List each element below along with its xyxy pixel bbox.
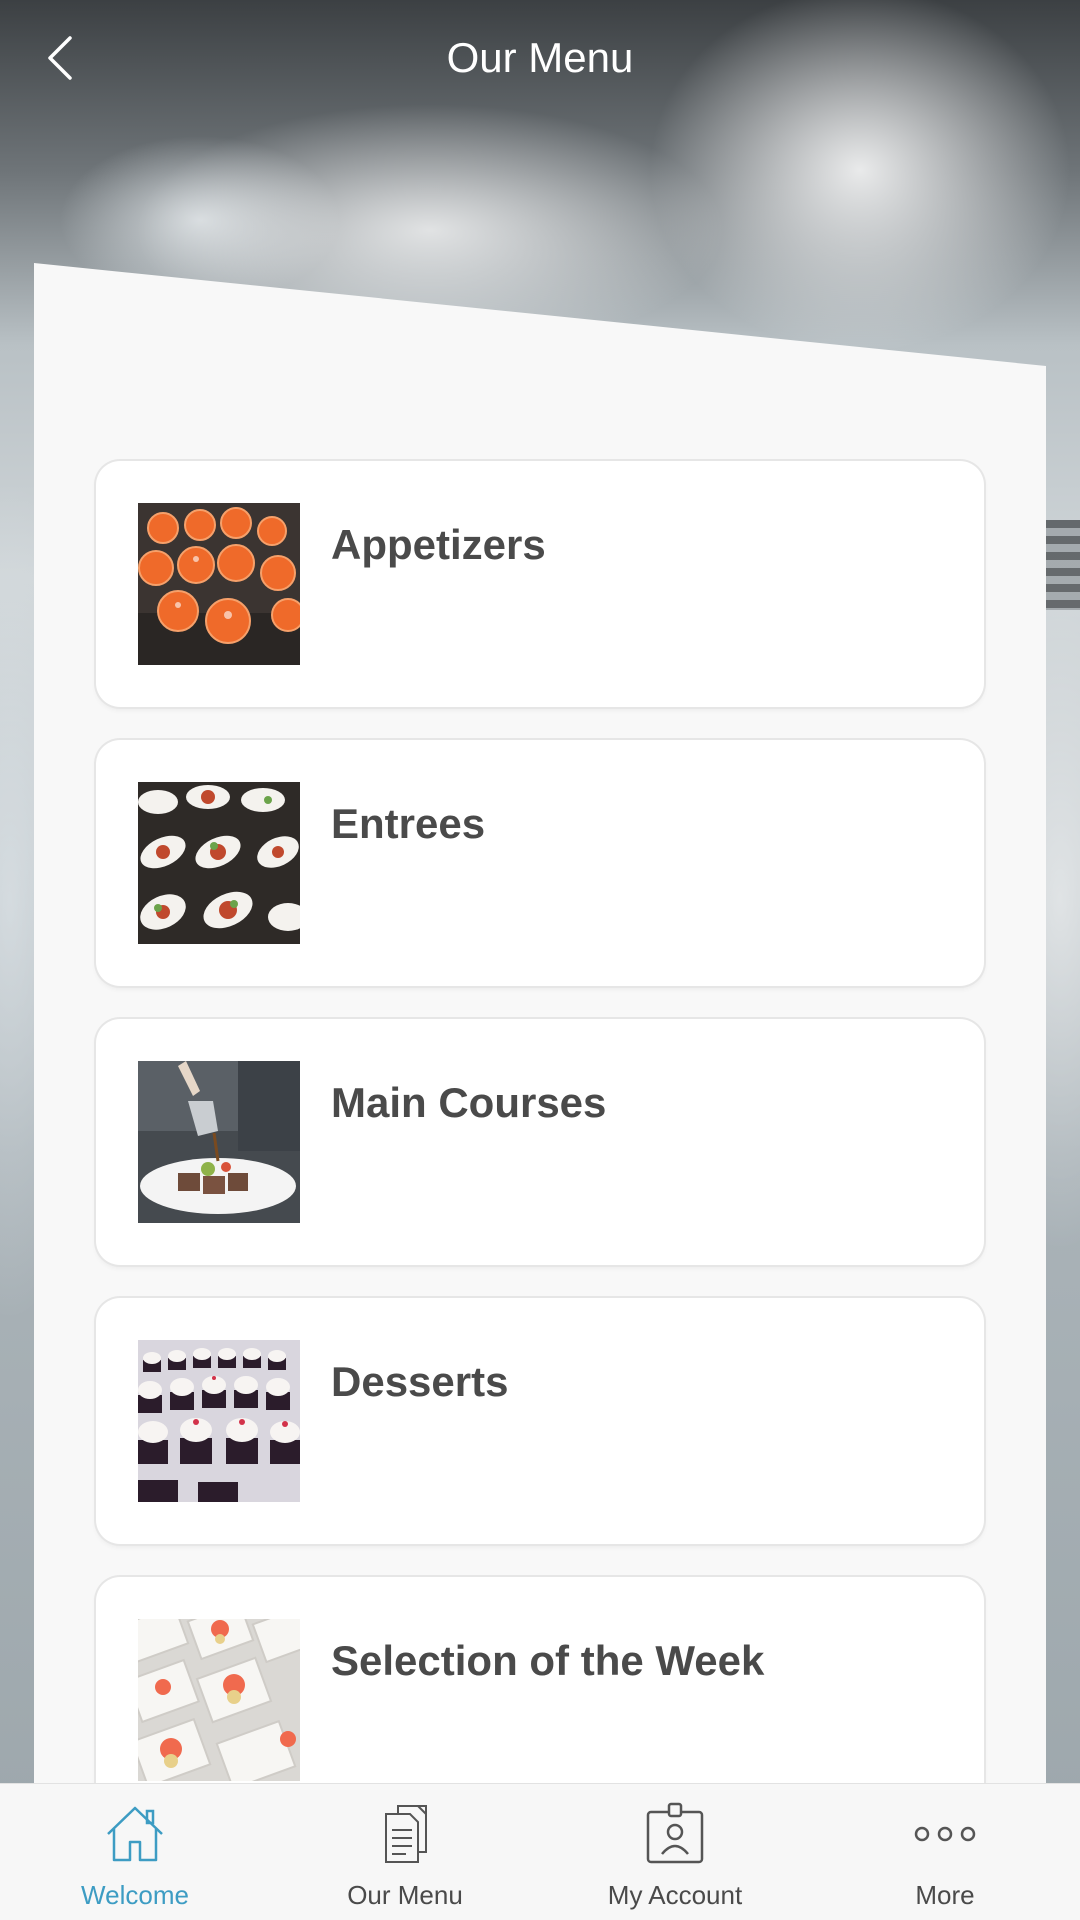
menu-item-entrees[interactable]: Entrees (96, 740, 984, 986)
menu-item-main-courses[interactable]: Main Courses (96, 1019, 984, 1265)
menu-item-label: Selection of the Week (331, 1637, 765, 1684)
tab-welcome[interactable]: Welcome (0, 1784, 270, 1920)
main-courses-photo (138, 1061, 300, 1223)
menu-item-appetizers[interactable]: Appetizers (96, 461, 984, 707)
tab-label: My Account (607, 1880, 743, 1910)
menu-item-label: Main Courses (331, 1079, 607, 1126)
tab-my-account[interactable]: My Account (540, 1784, 810, 1920)
fork-decoration (1040, 520, 1080, 610)
desserts-photo (138, 1340, 300, 1502)
appetizers-photo (138, 503, 300, 665)
tab-more[interactable]: More (810, 1784, 1080, 1920)
menu-item-label: Entrees (331, 800, 486, 847)
bottom-tab-bar: Welcome Our Menu My Account More (0, 1783, 1080, 1920)
tab-our-menu[interactable]: Our Menu (270, 1784, 540, 1920)
tab-label: Welcome (81, 1880, 189, 1910)
menu-item-label: Desserts (331, 1358, 509, 1405)
menu-list: Appetizers Entrees Main Courses Desserts… (96, 461, 984, 1856)
menu-item-label: Appetizers (331, 521, 546, 568)
entrees-photo (138, 782, 300, 944)
selection-photo (138, 1619, 300, 1781)
tab-label: Our Menu (347, 1880, 463, 1910)
more-dots-icon (914, 1826, 976, 1842)
home-icon (107, 1806, 163, 1862)
tab-label: More (915, 1880, 975, 1910)
header-bar: Our Menu (0, 0, 1080, 115)
id-badge-icon (646, 1802, 704, 1864)
document-icon (385, 1805, 427, 1863)
menu-item-desserts[interactable]: Desserts (96, 1298, 984, 1544)
page-title: Our Menu (446, 34, 634, 81)
